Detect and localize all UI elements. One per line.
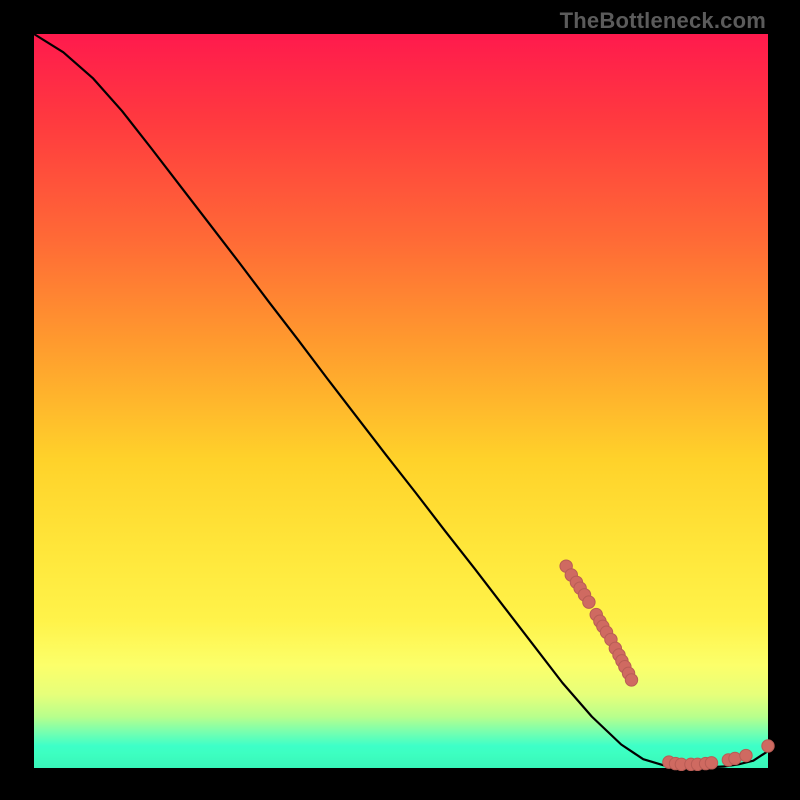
data-marker bbox=[583, 596, 595, 608]
data-marker bbox=[705, 757, 717, 769]
markers-group bbox=[560, 560, 774, 771]
data-marker bbox=[762, 740, 774, 752]
chart-svg bbox=[34, 34, 768, 768]
watermark-label: TheBottleneck.com bbox=[560, 8, 766, 34]
data-marker bbox=[625, 674, 637, 686]
data-marker bbox=[740, 749, 752, 761]
data-marker bbox=[729, 752, 741, 764]
chart-stage: TheBottleneck.com bbox=[0, 0, 800, 800]
plot-area bbox=[34, 34, 768, 768]
curve-path bbox=[34, 34, 768, 767]
